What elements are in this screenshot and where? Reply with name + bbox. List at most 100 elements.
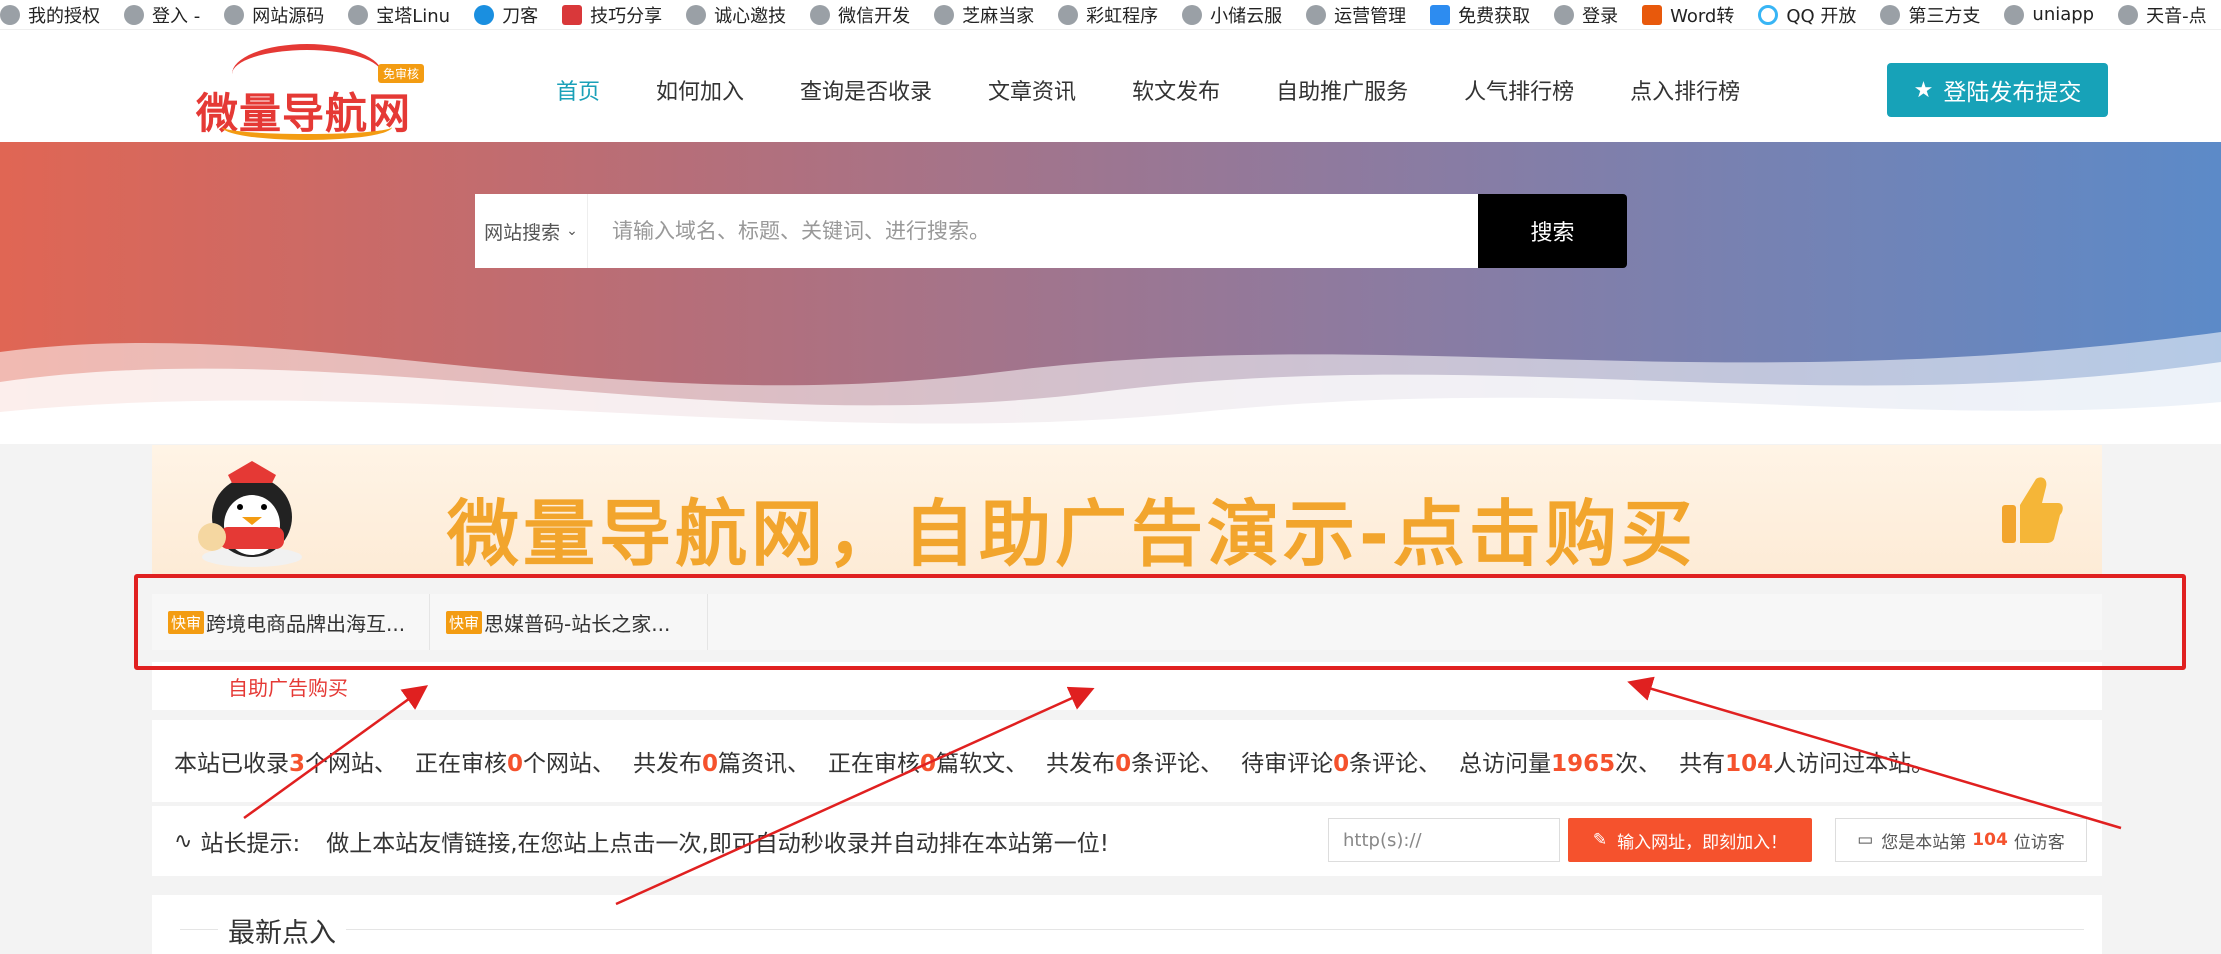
pencil-icon: ✎ [1592, 830, 1608, 850]
hero-banner: 网站搜索 ⌄ 搜索 [0, 142, 2221, 444]
add-site-label: 输入网址，即刻加入！ [1617, 832, 1788, 853]
penguin-mascot-icon [198, 461, 302, 567]
bookmark-item[interactable]: QQ 开放 [1758, 2, 1856, 28]
bookmark-label: 技巧分享 [590, 5, 663, 27]
globe-icon [1554, 4, 1575, 25]
globe-icon [810, 4, 831, 25]
globe-icon [1306, 4, 1327, 25]
bookmark-item[interactable]: 免费获取 [1430, 2, 1530, 28]
nav-item-pr-publish[interactable]: 软文发布 [1132, 74, 1220, 106]
search-button[interactable]: 搜索 [1478, 194, 1627, 268]
stat-comments: 共发布0条评论、 [1046, 751, 1224, 777]
section-divider [180, 929, 2084, 930]
bookmark-label: 天音-点 [2146, 5, 2207, 27]
globe-icon [1880, 4, 1901, 25]
stat-indexed-sites: 本站已收录3个网站、 [174, 751, 398, 777]
nav-item-self-promotion[interactable]: 自助推广服务 [1276, 74, 1408, 106]
stat-pending-comments: 待审评论0条评论、 [1241, 751, 1442, 777]
bookmark-item[interactable]: 登录 [1554, 2, 1618, 28]
bookmark-label: 登入 - [152, 5, 201, 27]
bookmark-item[interactable]: 运营管理 [1306, 2, 1406, 28]
bookmark-item[interactable]: 我的授权 [0, 2, 100, 28]
bookmark-item[interactable]: 芝麻当家 [934, 2, 1034, 28]
bookmark-label: 免费获取 [1458, 5, 1531, 27]
bookmark-label: 彩虹程序 [1086, 5, 1159, 27]
bookmarks-bar: 我的授权 登入 - 网站源码 宝塔Linu 刀客 技巧分享 诚心邀技 微信开发 芝麻当家 彩虹程序… [0, 0, 2221, 30]
nav-item-check-indexed[interactable]: 查询是否收录 [800, 74, 932, 106]
self-ad-purchase-link[interactable]: 自助广告购买 [228, 672, 348, 701]
latest-clicks-section: 最新点入 [152, 895, 2102, 954]
globe-icon [224, 4, 245, 25]
stat-pending-pr: 正在审核0篇软文、 [828, 751, 1029, 777]
news-icon [562, 4, 583, 25]
visitor-counter: ▭ 您是本站第 104 位访客 [1835, 818, 2087, 862]
globe-icon [934, 4, 955, 25]
nav-item-articles[interactable]: 文章资讯 [988, 74, 1076, 106]
nav-item-click-ranking[interactable]: 点入排行榜 [1630, 74, 1740, 106]
chevron-down-icon: ⌄ [566, 223, 578, 239]
bookmark-label: 我的授权 [28, 5, 100, 27]
document-icon: ▭ [1857, 830, 1874, 850]
bookmark-label: Word转 [1670, 5, 1735, 27]
pp-icon [1430, 4, 1451, 25]
bookmark-item[interactable]: 小储云服 [1182, 2, 1282, 28]
pulse-icon: ∿ [174, 828, 193, 854]
logo-badge: 免审核 [378, 64, 425, 83]
bookmark-item[interactable]: 天音-点 [2118, 2, 2207, 28]
main-nav: 首页 如何加入 查询是否收录 文章资讯 软文发布 自助推广服务 人气排行榜 点入… [556, 74, 1796, 106]
ad-banner-text: 微量导航网，自助广告演示-点击购买 [447, 492, 1697, 575]
ad-banner[interactable]: 微量导航网，自助广告演示-点击购买 [152, 445, 2102, 575]
stat-pending-sites: 正在审核0个网站、 [415, 751, 616, 777]
globe-icon [348, 4, 369, 25]
bookmark-label: QQ 开放 [1786, 5, 1857, 27]
search-type-label: 网站搜索 [484, 221, 561, 244]
globe-icon [124, 4, 144, 25]
add-site-button[interactable]: ✎ 输入网址，即刻加入！ [1568, 818, 1812, 862]
tips-label: 站长提示: [200, 831, 301, 857]
globe-icon [2118, 4, 2139, 25]
url-input[interactable] [1328, 818, 1560, 862]
section-title: 最新点入 [218, 911, 346, 950]
bookmark-item[interactable]: 技巧分享 [562, 2, 662, 28]
webmaster-tips: ∿ 站长提示: 做上本站友情链接,在您站上点击一次,即可自动秒收录并自动排在本站… [152, 806, 2102, 876]
nav-item-popular-ranking[interactable]: 人气排行榜 [1464, 74, 1574, 106]
bookmark-item[interactable]: 微信开发 [810, 2, 910, 28]
nav-item-how-to-join[interactable]: 如何加入 [656, 74, 744, 106]
bookmark-label: 诚心邀技 [714, 5, 787, 27]
bookmark-item[interactable]: Word转 [1642, 2, 1734, 28]
bookmark-label: 运营管理 [1334, 5, 1407, 27]
login-publish-label: 登陆发布提交 [1943, 80, 2082, 106]
globe-icon [2004, 4, 2025, 25]
search-type-select[interactable]: 网站搜索 ⌄ [475, 194, 588, 268]
globe-icon [686, 4, 707, 25]
bookmark-label: 小储云服 [1210, 5, 1283, 27]
search-input[interactable] [588, 194, 1478, 268]
bookmark-item[interactable]: 登入 - [124, 2, 200, 28]
bookmark-item[interactable]: 宝塔Linu [348, 2, 450, 28]
bookmark-item[interactable]: 诚心邀技 [686, 2, 786, 28]
download-icon [474, 4, 495, 25]
login-publish-button[interactable]: ★ 登陆发布提交 [1887, 63, 2108, 117]
bookmark-label: 宝塔Linu [376, 5, 451, 27]
search-bar: 网站搜索 ⌄ 搜索 [475, 194, 1653, 268]
visitor-number: 104 [1972, 830, 2008, 850]
bookmark-label: uniapp [2032, 4, 2095, 25]
globe-icon [1182, 4, 1203, 25]
globe-icon [0, 4, 20, 25]
stat-articles: 共发布0篇资讯、 [633, 751, 811, 777]
bookmark-label: 登录 [1582, 5, 1619, 27]
hero-wave-decoration [0, 332, 2221, 444]
bookmark-item[interactable]: 第三方支 [1880, 2, 1980, 28]
site-logo[interactable]: 微量导航网 免审核 [192, 38, 432, 140]
bookmark-item[interactable]: 网站源码 [224, 2, 324, 28]
bookmark-label: 微信开发 [838, 5, 911, 27]
annotation-highlight-box [134, 574, 2186, 670]
bookmark-item[interactable]: 彩虹程序 [1058, 2, 1158, 28]
tips-text: 做上本站友情链接,在您站上点击一次,即可自动秒收录并自动排在本站第一位! [326, 831, 1110, 857]
site-stats: 本站已收录3个网站、 正在审核0个网站、 共发布0篇资讯、 正在审核0篇软文、 … [152, 720, 2102, 802]
logo-swoosh-decoration [222, 114, 392, 140]
bookmark-item[interactable]: uniapp [2004, 4, 2094, 25]
globe-icon [1058, 4, 1079, 25]
bookmark-item[interactable]: 刀客 [474, 2, 538, 28]
nav-item-home[interactable]: 首页 [556, 74, 600, 106]
